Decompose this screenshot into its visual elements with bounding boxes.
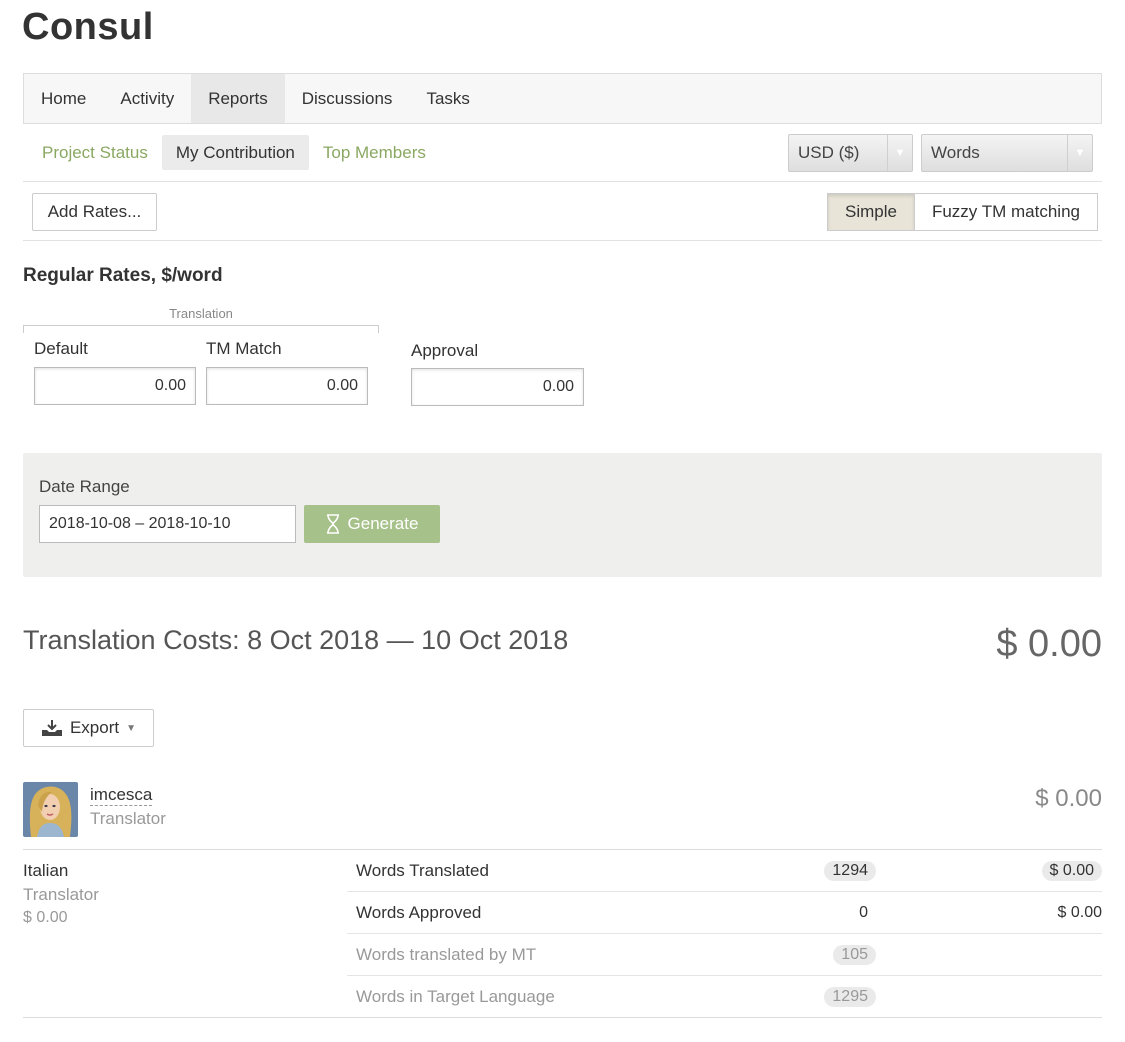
translation-group-label: Translation (169, 306, 233, 321)
chevron-down-icon: ▼ (887, 135, 912, 171)
default-rate-input[interactable]: 0.00 (34, 367, 196, 405)
user-role: Translator (90, 809, 166, 828)
stat-count-badge: 105 (833, 944, 876, 965)
download-tray-icon (41, 720, 62, 736)
user-name-link[interactable]: imcesca (90, 785, 153, 806)
tm-match-rate-input[interactable]: 0.00 (206, 367, 368, 405)
costs-title: Translation Costs: 8 Oct 2018 — 10 Oct 2… (23, 625, 569, 655)
stat-label: Words Approved (356, 902, 482, 922)
stat-count-badge: 1294 (824, 860, 876, 881)
tab-tasks[interactable]: Tasks (409, 74, 486, 123)
table-row: Words Translated 1294 $ 0.00 (347, 850, 1102, 892)
stat-label: Words translated by MT (356, 944, 537, 964)
table-row: Words translated by MT 105 (347, 934, 1102, 976)
divider (23, 240, 1102, 241)
mode-simple-button[interactable]: Simple (827, 193, 915, 231)
language-role: Translator (23, 885, 99, 904)
project-title: Consul (22, 6, 154, 48)
stat-count-badge: 1295 (824, 987, 876, 1007)
translation-group-bracket (23, 325, 379, 333)
avatar (23, 782, 78, 837)
stat-count: 0 (859, 903, 868, 921)
stat-label: Words in Target Language (356, 987, 555, 1006)
caret-down-icon: ▼ (126, 722, 137, 734)
approval-rate-input[interactable]: 0.00 (411, 368, 584, 406)
currency-select-value: USD ($) (798, 143, 860, 162)
matching-mode-toggle: Simple Fuzzy TM matching (827, 193, 1098, 231)
generate-button-label: Generate (347, 514, 419, 533)
user-total: $ 0.00 (1035, 785, 1102, 812)
tab-home[interactable]: Home (24, 74, 103, 123)
stats-table: Words Translated 1294 $ 0.00 Words Appro… (347, 850, 1102, 1018)
tab-activity[interactable]: Activity (103, 74, 191, 123)
language-amount: $ 0.00 (23, 909, 68, 926)
tab-discussions[interactable]: Discussions (285, 74, 410, 123)
main-nav: Home Activity Reports Discussions Tasks (23, 73, 1102, 124)
divider (23, 1017, 1102, 1018)
tab-reports[interactable]: Reports (191, 74, 285, 123)
stat-label: Words Translated (356, 860, 489, 880)
stat-amount-badge: $ 0.00 (1041, 860, 1102, 881)
chevron-down-icon: ▼ (1067, 135, 1092, 171)
subnav-my-contribution[interactable]: My Contribution (161, 135, 309, 170)
subnav-project-status[interactable]: Project Status (28, 135, 162, 170)
language-name: Italian (23, 861, 69, 880)
table-row: Words in Target Language 1295 (347, 976, 1102, 1018)
unit-select[interactable]: Words ▼ (921, 134, 1093, 172)
hourglass-icon (326, 514, 339, 534)
default-rate-label: Default (34, 339, 88, 358)
date-range-label: Date Range (39, 477, 130, 496)
divider (23, 181, 1102, 182)
export-button[interactable]: Export ▼ (23, 709, 154, 747)
subnav-top-members[interactable]: Top Members (309, 135, 440, 170)
table-row: Words Approved 0 $ 0.00 (347, 892, 1102, 934)
export-button-label: Export (69, 718, 120, 737)
mode-fuzzy-button[interactable]: Fuzzy TM matching (914, 193, 1098, 231)
costs-total: $ 0.00 (996, 623, 1102, 665)
date-range-input[interactable]: 2018-10-08 – 2018-10-10 (39, 505, 296, 543)
unit-select-value: Words (931, 143, 980, 162)
reports-subnav: Project Status My Contribution Top Membe… (28, 135, 440, 170)
add-rates-button[interactable]: Add Rates... (32, 193, 157, 231)
stat-amount: $ 0.00 (1057, 903, 1102, 921)
currency-select[interactable]: USD ($) ▼ (788, 134, 913, 172)
approval-rate-label: Approval (411, 341, 479, 360)
rates-heading: Regular Rates, $/word (23, 265, 223, 286)
tm-match-rate-label: TM Match (206, 339, 282, 358)
generate-button[interactable]: Generate (304, 505, 440, 543)
